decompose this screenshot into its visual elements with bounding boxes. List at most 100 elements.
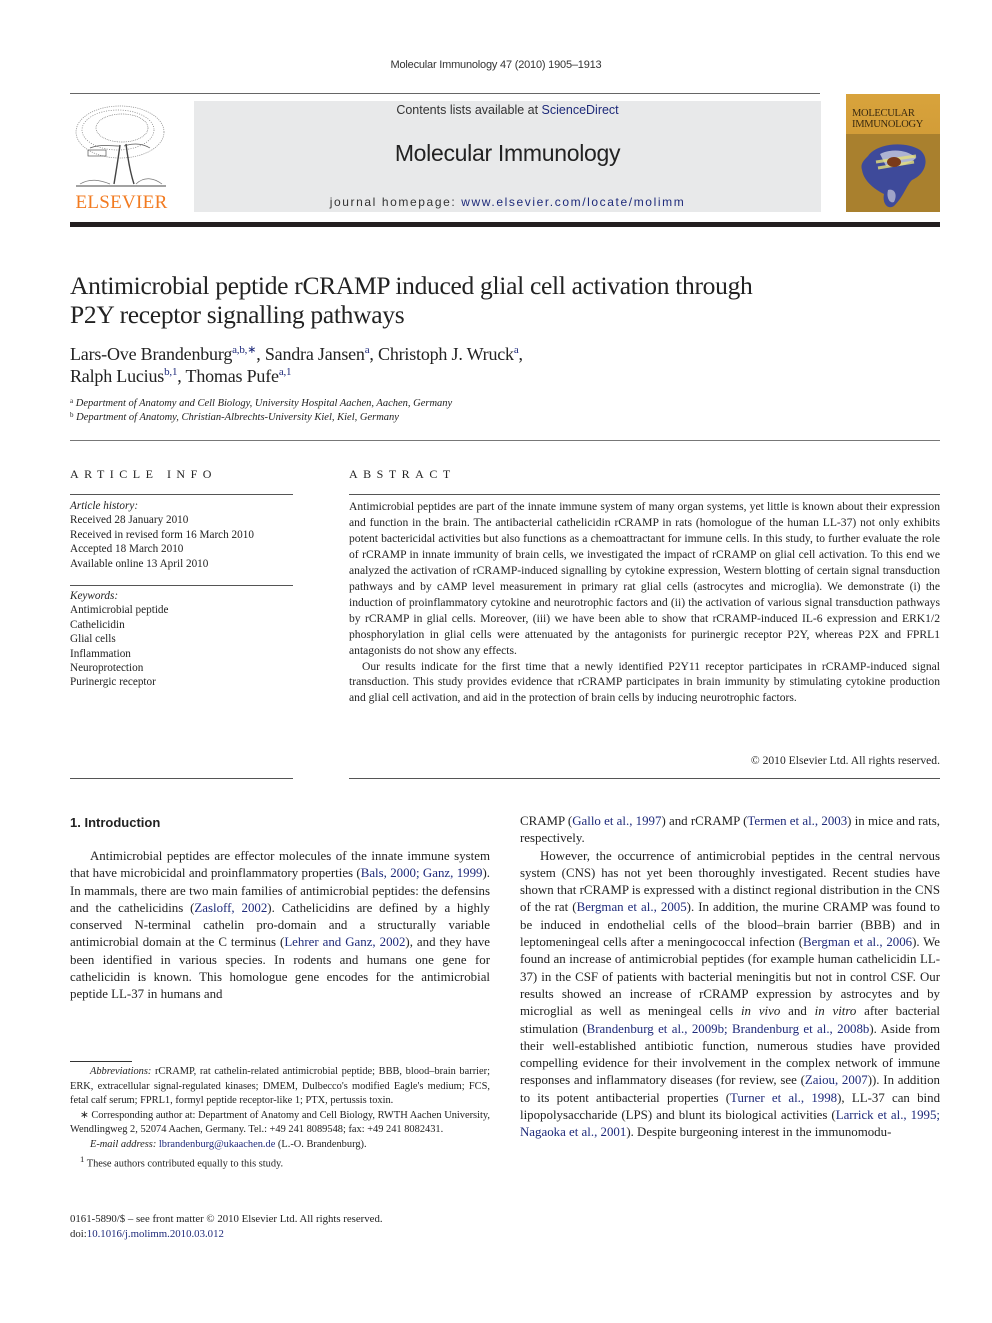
abbreviations-footnote: Abbreviations: rCRAMP, rat cathelin-rela…	[70, 1065, 490, 1109]
citation-link[interactable]: Turner et al., 1998	[730, 1091, 837, 1105]
citation-link[interactable]: Zaiou, 2007	[805, 1073, 868, 1087]
author-separator: ,	[369, 344, 379, 364]
journal-homepage: journal homepage: www.elsevier.com/locat…	[194, 195, 821, 209]
intro-paragraph: Antimicrobial peptides are effector mole…	[70, 849, 491, 1002]
masthead-top-rule	[70, 93, 820, 94]
history-item: Accepted 18 March 2010	[70, 543, 184, 556]
author[interactable]: Lars-Ove Brandenburga,b,∗,	[70, 344, 265, 364]
title-divider	[70, 440, 940, 441]
affiliation-text: Department of Anatomy and Cell Biology, …	[75, 398, 453, 409]
masthead-thick-rule	[70, 222, 940, 227]
italic-text: in vitro	[814, 1004, 857, 1019]
author-marks[interactable]: a,b,∗	[232, 344, 256, 356]
corresponding-author-footnote: ∗ Corresponding author at: Department of…	[70, 1109, 490, 1136]
cover-title-line1: MOLECULAR	[852, 108, 915, 119]
journal-cover-image[interactable]: MOLECULAR IMMUNOLOGY	[846, 94, 940, 212]
divider	[70, 778, 293, 779]
footnotes: Abbreviations: rCRAMP, rat cathelin-rela…	[70, 1065, 490, 1172]
contents-line: Contents lists available at ScienceDirec…	[194, 103, 821, 117]
affiliation: a Department of Anatomy and Cell Biology…	[70, 397, 870, 411]
cover-title-line2: IMMUNOLOGY	[852, 119, 924, 130]
cover-title: MOLECULAR IMMUNOLOGY	[852, 108, 923, 130]
citation-link[interactable]: Termen et al., 2003	[747, 814, 847, 828]
abstract-copyright: © 2010 Elsevier Ltd. All rights reserved…	[750, 754, 940, 767]
doi-prefix: doi:	[70, 1227, 87, 1240]
sciencedirect-link[interactable]: ScienceDirect	[542, 103, 619, 117]
citation-link[interactable]: Bergman et al., 2006	[803, 935, 912, 949]
equal-contribution-text: These authors contributed equally to thi…	[84, 1158, 284, 1170]
citation-link[interactable]: Larrick et al., 1995; Nagaoka et al., 20…	[520, 1108, 940, 1139]
author[interactable]: Christoph J. Wrucka,	[378, 344, 523, 364]
author-name: Ralph Lucius	[70, 366, 165, 386]
divider	[349, 778, 940, 779]
keyword: Inflammation	[70, 647, 131, 660]
keyword: Cathelicidin	[70, 618, 125, 631]
affiliation: b Department of Anatomy, Christian-Albre…	[70, 411, 870, 425]
abstract-body: Antimicrobial peptides are part of the i…	[349, 499, 940, 706]
issn-line: 0161-5890/$ – see front matter © 2010 El…	[70, 1213, 383, 1225]
affiliation-mark: a	[70, 397, 74, 405]
author[interactable]: Thomas Pufea,1	[186, 366, 292, 386]
citation-link[interactable]: Zasloff, 2002	[194, 901, 267, 915]
homepage-prefix: journal homepage:	[329, 195, 462, 209]
email-footnote: E-mail address: lbrandenburg@ukaachen.de…	[70, 1138, 490, 1153]
author[interactable]: Sandra Jansena,	[265, 344, 378, 364]
footnote-rule	[70, 1061, 132, 1062]
history-item: Received in revised form 16 March 2010	[70, 528, 254, 541]
author-list: Lars-Ove Brandenburga,b,∗, Sandra Jansen…	[70, 343, 850, 387]
divider	[70, 494, 293, 495]
author-separator: ,	[518, 344, 524, 364]
elsevier-logo[interactable]: ELSEVIER	[70, 100, 173, 215]
divider	[70, 585, 293, 586]
running-head: Molecular Immunology 47 (2010) 1905–1913	[390, 59, 602, 71]
article-info-heading: ARTICLE INFO	[70, 467, 217, 481]
author-marks[interactable]: a,1	[279, 366, 292, 378]
author[interactable]: Ralph Luciusb,1,	[70, 366, 186, 386]
keywords-label: Keywords:	[70, 590, 119, 602]
keyword: Glial cells	[70, 633, 116, 646]
affiliation-text: Department of Anatomy, Christian-Albrech…	[76, 412, 399, 423]
body-column-right: CRAMP (Gallo et al., 1997) and rCRAMP (T…	[520, 813, 940, 1142]
doi-line: doi:10.1016/j.molimm.2010.03.012	[70, 1227, 490, 1242]
citation-link[interactable]: Bals, 2000; Ganz, 1999	[361, 866, 483, 880]
doi-link[interactable]: 10.1016/j.molimm.2010.03.012	[87, 1228, 224, 1240]
email-link[interactable]: lbrandenburg@ukaachen.de	[159, 1139, 275, 1150]
history-item: Available online 13 April 2010	[70, 557, 209, 570]
citation-link[interactable]: Brandenburg et al., 2009b; Brandenburg e…	[587, 1022, 870, 1036]
intro-paragraph: CRAMP (Gallo et al., 1997) and rCRAMP (T…	[520, 814, 940, 846]
email-suffix: (L.-O. Brandenburg).	[275, 1138, 367, 1150]
history-item: Received 28 January 2010	[70, 514, 189, 527]
abstract-heading: ABSTRACT	[349, 467, 456, 481]
abstract-paragraph: Our results indicate for the first time …	[349, 659, 940, 705]
email-label: E-mail address:	[90, 1138, 157, 1150]
author-name: Christoph J. Wruck	[378, 344, 514, 364]
section-heading-introduction: 1. Introduction	[70, 815, 161, 830]
article-title-line2: P2Y receptor signalling pathways	[70, 300, 405, 329]
affiliation-mark: b	[70, 411, 74, 419]
body-column-left: Antimicrobial peptides are effector mole…	[70, 848, 490, 1004]
citation-link[interactable]: Lehrer and Ganz, 2002	[284, 935, 405, 949]
protein-structure-icon	[846, 134, 940, 212]
keyword: Neuroprotection	[70, 662, 144, 675]
homepage-link[interactable]: www.elsevier.com/locate/molimm	[461, 195, 685, 209]
author-name: Thomas Pufe	[185, 366, 279, 386]
equal-contribution-footnote: 1 These authors contributed equally to t…	[70, 1152, 490, 1172]
keywords: Keywords: Antimicrobial peptide Cathelic…	[70, 589, 300, 690]
citation-link[interactable]: Bergman et al., 2005	[577, 900, 687, 914]
article-history: Article history: Received 28 January 201…	[70, 499, 300, 571]
abbreviations-label: Abbreviations:	[90, 1066, 152, 1077]
article-title: Antimicrobial peptide rCRAMP induced gli…	[70, 271, 850, 329]
keyword: Antimicrobial peptide	[70, 604, 169, 617]
author-separator: ,	[256, 344, 265, 364]
affiliations: a Department of Anatomy and Cell Biology…	[70, 397, 870, 425]
citation-link[interactable]: Gallo et al., 1997	[572, 814, 661, 828]
author-marks[interactable]: b,1	[164, 366, 177, 378]
contents-prefix: Contents lists available at	[396, 103, 542, 117]
keyword: Purinergic receptor	[70, 676, 156, 689]
journal-name: Molecular Immunology	[394, 140, 621, 166]
author-name: Sandra Jansen	[264, 344, 365, 364]
issn-block: 0161-5890/$ – see front matter © 2010 El…	[70, 1212, 490, 1241]
intro-paragraph: However, the occurrence of antimicrobial…	[520, 848, 941, 1140]
elsevier-wordmark: ELSEVIER	[75, 192, 168, 213]
article-history-label: Article history:	[70, 500, 139, 512]
